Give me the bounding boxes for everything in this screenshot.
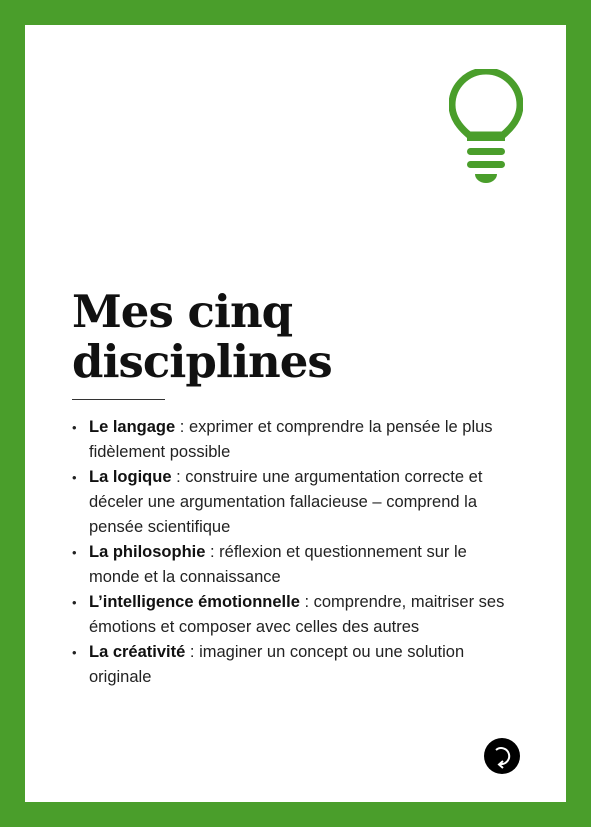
list-item: L’intelligence émotionnelle : comprendre… (72, 590, 512, 640)
flip-card-button[interactable] (484, 738, 520, 774)
title-divider (72, 399, 165, 400)
list-item: La logique : construire une argumentatio… (72, 465, 512, 540)
item-term: La logique (89, 468, 172, 486)
item-term: Le langage (89, 418, 176, 436)
title-line-1: Mes cinq (72, 285, 293, 338)
rotate-arrow-icon (495, 747, 511, 769)
item-term: La philosophie (89, 543, 206, 561)
discipline-list: Le langage : exprimer et comprendre la p… (72, 415, 512, 690)
title-line-2: disciplines (72, 335, 333, 388)
list-item: La philosophie : réflexion et questionne… (72, 540, 512, 590)
list-item: Le langage : exprimer et comprendre la p… (72, 415, 512, 465)
card: Mes cinq disciplines Le langage : exprim… (25, 25, 566, 802)
list-item: La créativité : imaginer un concept ou u… (72, 640, 512, 690)
lightbulb-icon (449, 69, 523, 183)
page-title: Mes cinq disciplines (72, 285, 333, 388)
item-term: La créativité (89, 643, 186, 661)
item-term: L’intelligence émotionnelle (89, 593, 300, 611)
